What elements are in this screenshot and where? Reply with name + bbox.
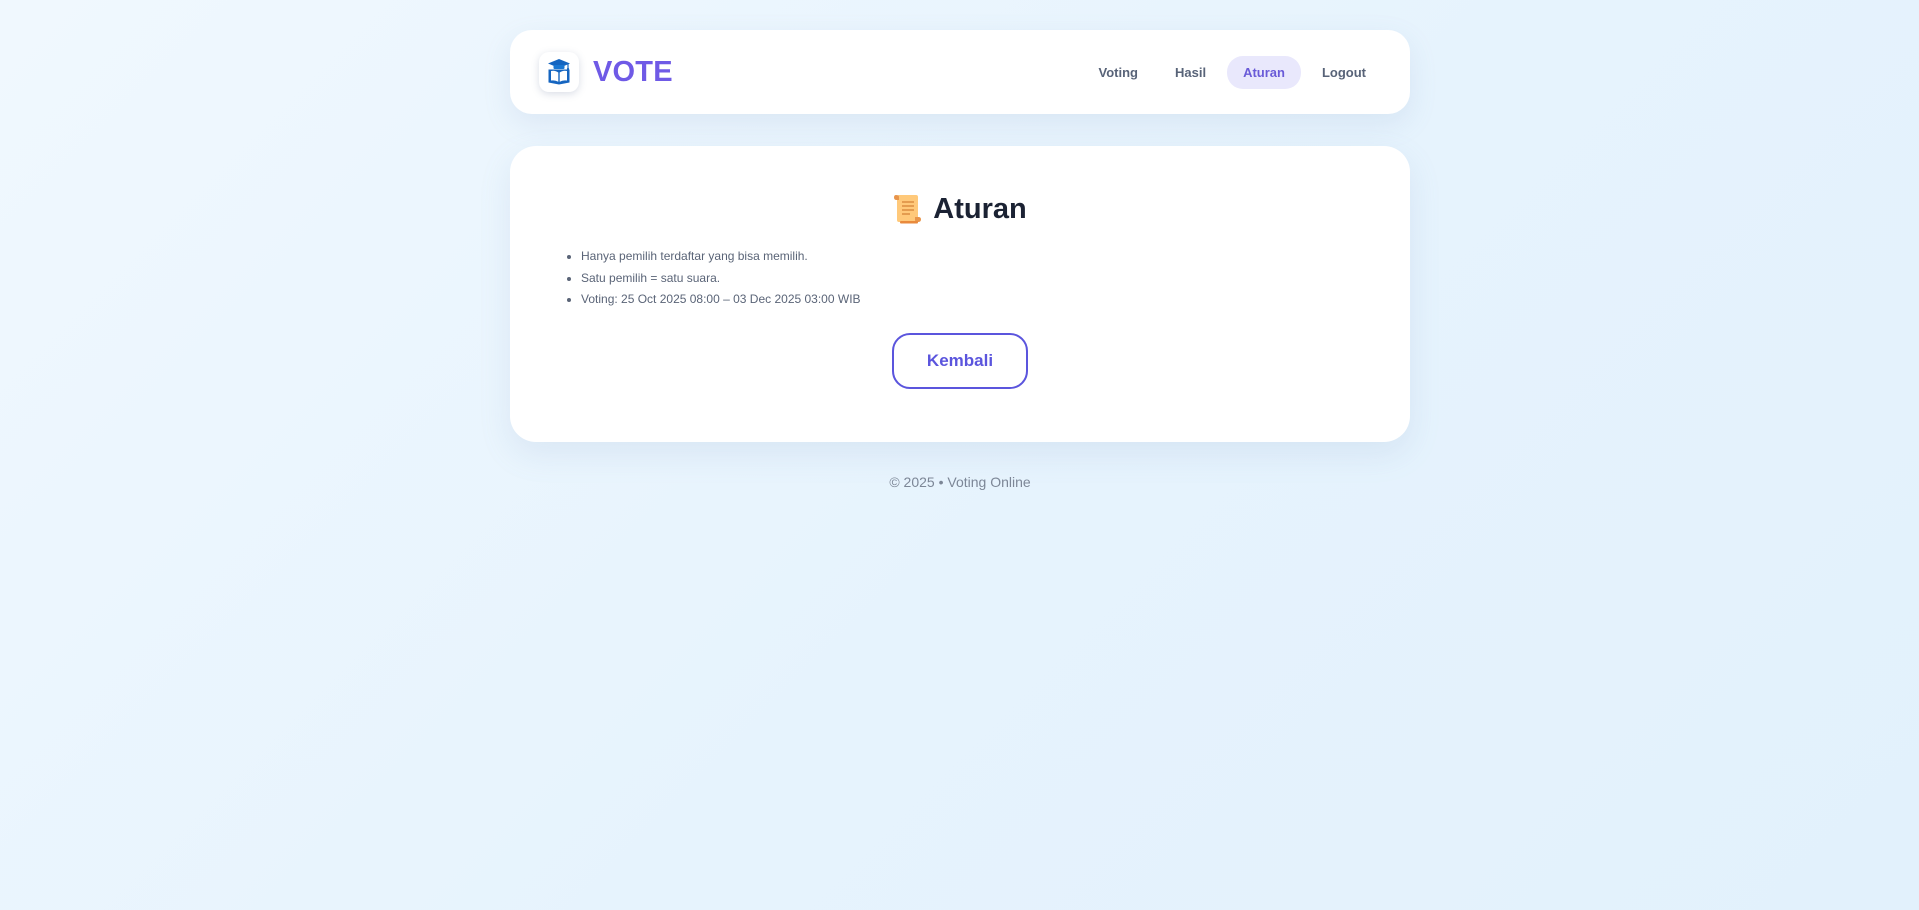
brand-title: VOTE (593, 55, 673, 88)
nav-item-hasil[interactable]: Hasil (1159, 56, 1222, 89)
rules-list: Hanya pemilih terdaftar yang bisa memili… (556, 246, 1364, 311)
nav-item-logout[interactable]: Logout (1306, 56, 1382, 89)
main-nav: Voting Hasil Aturan Logout (1083, 55, 1383, 89)
list-item: Satu pemilih = satu suara. (581, 268, 1364, 290)
top-navbar: VOTE Voting Hasil Aturan Logout (510, 30, 1410, 114)
scroll-icon (893, 193, 923, 225)
back-button[interactable]: Kembali (892, 333, 1028, 389)
page-container: VOTE Voting Hasil Aturan Logout Aturan •… (510, 30, 1410, 490)
footer-copyright: © 2025 • Voting Online (889, 474, 1031, 490)
list-item: Hanya pemilih terdaftar yang bisa memili… (581, 246, 1364, 268)
graduation-book-icon (539, 52, 579, 92)
rules-card: Aturan Hanya pemilih terdaftar yang bisa… (510, 146, 1410, 442)
page-title: Aturan (933, 192, 1027, 225)
list-item: Voting: 25 Oct 2025 08:00 – 03 Dec 2025 … (581, 289, 1364, 311)
nav-item-voting[interactable]: Voting (1083, 56, 1154, 89)
nav-item-aturan[interactable]: Aturan (1227, 55, 1301, 89)
brand[interactable]: VOTE (539, 52, 673, 92)
card-heading: Aturan (556, 190, 1364, 228)
